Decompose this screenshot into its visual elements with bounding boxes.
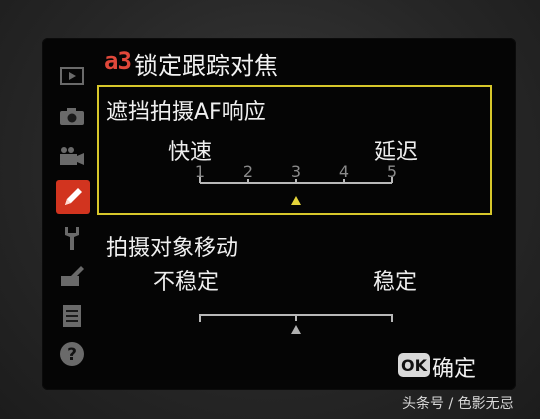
watermark: 头条号 / 色影无忌: [402, 396, 514, 412]
option-1-marker: [291, 196, 301, 205]
option-2-marker: [291, 325, 301, 334]
scale-tick-label: 3: [291, 162, 301, 181]
camera-icon[interactable]: [58, 102, 86, 130]
my-menu-icon[interactable]: [58, 302, 86, 330]
movie-camera-icon[interactable]: [58, 142, 86, 170]
pencil-icon[interactable]: [56, 180, 90, 214]
ok-button-badge[interactable]: OK: [398, 353, 430, 377]
option-2-left-label: 不稳定: [153, 270, 220, 295]
option-2-scale[interactable]: [190, 305, 405, 345]
option-1-scale[interactable]: 1 2 3 4 5: [190, 160, 405, 210]
wrench-icon[interactable]: [58, 224, 86, 252]
playback-icon[interactable]: [58, 62, 86, 90]
scale-tick-label: 4: [339, 162, 349, 181]
retouch-icon[interactable]: [58, 262, 86, 290]
option-1-title[interactable]: 遮挡拍摄AF响应: [106, 94, 266, 126]
menu-sidebar: ?: [44, 50, 96, 384]
help-icon[interactable]: ?: [58, 340, 86, 368]
menu-code: a3: [104, 47, 132, 75]
page-title: 锁定跟踪对焦: [134, 52, 278, 80]
scale-tick-label: 2: [243, 162, 253, 181]
ok-confirm-label[interactable]: 确定: [432, 351, 476, 383]
option-2-title[interactable]: 拍摄对象移动: [106, 230, 238, 262]
option-2-right-label: 稳定: [373, 270, 418, 295]
svg-text:?: ?: [67, 345, 77, 365]
